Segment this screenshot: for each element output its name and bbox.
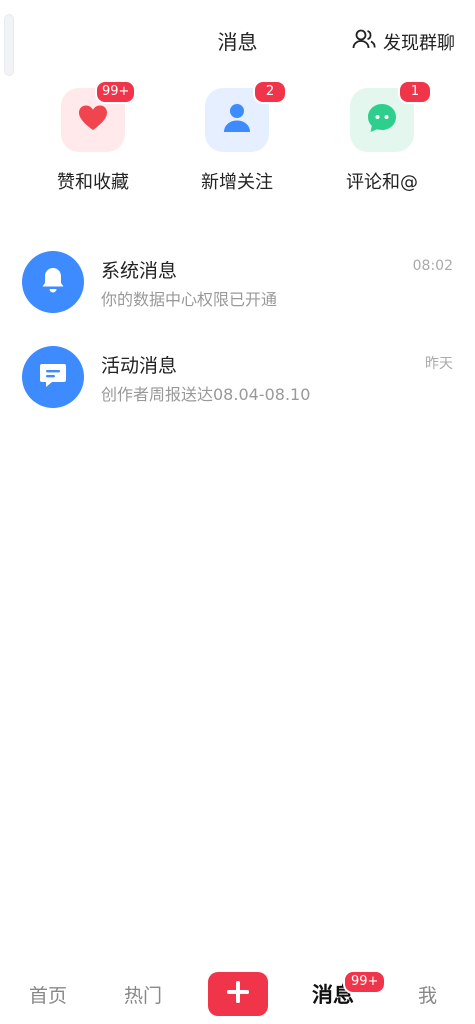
message-preview: 你的数据中心权限已开通 [101,290,278,309]
shortcut-likes[interactable]: 99+ 赞和收藏 [33,80,153,194]
likes-label: 赞和收藏 [57,172,129,193]
message-list: 系统消息 你的数据中心权限已开通 08:02 活动消息 创作者周报送达08.04… [0,236,475,426]
tab-hot[interactable]: 热门 [115,964,171,1024]
message-preview: 创作者周报送达08.04-08.10 [101,385,311,404]
discover-groups-button[interactable]: 发现群聊 [351,26,455,57]
message-row-system[interactable]: 系统消息 你的数据中心权限已开通 08:02 [0,236,475,331]
system-avatar [22,251,84,313]
message-time: 昨天 [425,356,453,372]
add-post-button[interactable] [208,972,268,1016]
bottom-tab-bar: 首页 热门 消息 99+ 我 [0,964,475,1024]
followers-label: 新增关注 [201,172,273,193]
heart-icon [76,101,110,139]
shortcut-comments[interactable]: 1 评论和@ [322,80,442,194]
comments-label: 评论和@ [346,172,418,193]
comments-tile: 1 [350,80,432,152]
message-row-activity[interactable]: 活动消息 创作者周报送达08.04-08.10 昨天 [0,331,475,426]
likes-tile: 99+ [61,80,137,152]
shortcut-row: 99+ 赞和收藏 2 新增关注 1 评论和@ [0,80,475,198]
messages-tab-badge: 99+ [343,970,387,994]
person-icon [220,101,254,139]
likes-badge: 99+ [95,80,137,104]
followers-tile: 2 [205,80,287,152]
plus-icon [225,979,251,1009]
tab-me[interactable]: 我 [405,964,450,1024]
activity-avatar [22,346,84,408]
discover-groups-label: 发现群聊 [383,32,455,54]
comments-badge: 1 [398,80,432,104]
message-title: 活动消息 [101,355,178,377]
group-users-icon [351,26,377,57]
message-box-icon [37,359,69,395]
message-title: 系统消息 [101,260,178,282]
header: 消息 发现群聊 [0,0,475,80]
shortcut-new-followers[interactable]: 2 新增关注 [177,80,297,194]
tab-home[interactable]: 首页 [20,964,76,1024]
chat-bubble-icon [365,101,399,139]
bell-icon [38,265,68,299]
message-time: 08:02 [412,258,453,274]
followers-badge: 2 [253,80,287,104]
